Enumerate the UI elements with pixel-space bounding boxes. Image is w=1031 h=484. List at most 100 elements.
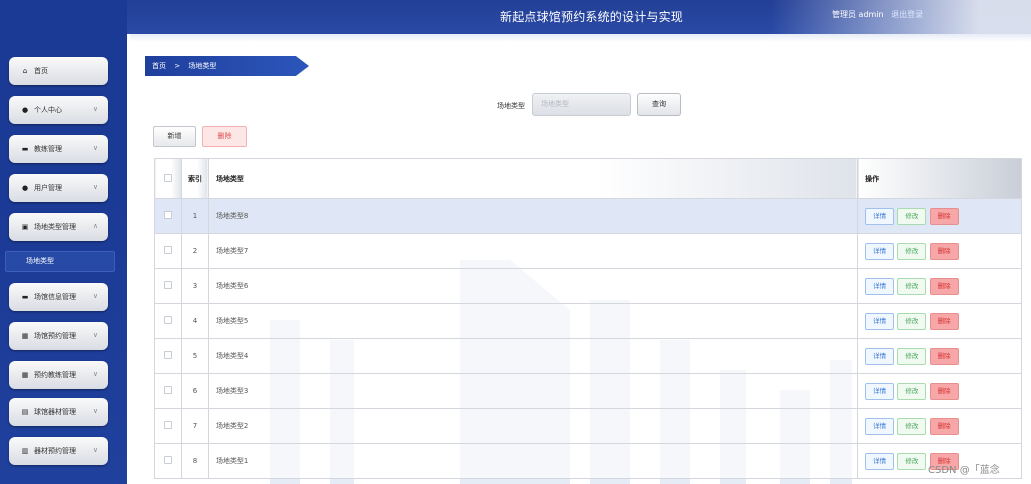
sidebar-item-label: 首页 bbox=[34, 67, 48, 75]
edit-button[interactable]: 修改 bbox=[897, 312, 927, 330]
row-checkbox-cell[interactable] bbox=[154, 338, 182, 374]
table-row[interactable]: 2 场地类型7 详情 修改 删除 bbox=[154, 233, 1022, 269]
sidebar-item-equipment-management[interactable]: ▤ 球馆器材管理 ∨ bbox=[9, 398, 108, 426]
edit-button[interactable]: 修改 bbox=[897, 382, 927, 400]
sidebar-item-venue-info-management[interactable]: ▬ 场馆信息管理 ∨ bbox=[9, 283, 108, 311]
row-checkbox[interactable] bbox=[163, 211, 172, 219]
edit-button[interactable]: 修改 bbox=[897, 242, 927, 260]
current-user-label: 管理员 admin bbox=[832, 10, 884, 19]
detail-button[interactable]: 详情 bbox=[865, 382, 895, 400]
logout-link[interactable]: 退出登录 bbox=[891, 10, 923, 19]
row-checkbox[interactable] bbox=[163, 246, 172, 254]
row-index: 6 bbox=[180, 373, 209, 409]
column-header-venue-type[interactable]: 场地类型 bbox=[207, 158, 859, 199]
table-row[interactable]: 5 场地类型4 详情 修改 删除 bbox=[154, 338, 1022, 374]
row-checkbox[interactable] bbox=[163, 456, 172, 464]
table-row[interactable]: 1 场地类型8 详情 修改 删除 bbox=[154, 198, 1022, 234]
row-venue-type: 场地类型6 bbox=[207, 268, 859, 304]
detail-button[interactable]: 详情 bbox=[865, 417, 895, 435]
sidebar-item-venue-type-management[interactable]: ▣ 场地类型管理 ∧ bbox=[9, 213, 108, 241]
sidebar-item-coach-booking-management[interactable]: ▦ 预约教练管理 ∨ bbox=[9, 361, 108, 389]
row-checkbox[interactable] bbox=[163, 316, 172, 324]
detail-button[interactable]: 详情 bbox=[865, 312, 895, 330]
grid-icon: ▦ bbox=[21, 371, 29, 379]
row-index: 4 bbox=[180, 303, 209, 339]
sidebar-item-user-management[interactable]: ● 用户管理 ∨ bbox=[9, 174, 108, 202]
row-index: 5 bbox=[180, 338, 209, 374]
delete-button[interactable]: 删除 bbox=[929, 347, 959, 365]
sidebar-item-label: 教练管理 bbox=[34, 145, 62, 153]
home-icon: ⌂ bbox=[22, 67, 28, 75]
row-checkbox-cell[interactable] bbox=[154, 303, 182, 339]
delete-button[interactable]: 删除 bbox=[929, 242, 959, 260]
row-checkbox-cell[interactable] bbox=[154, 233, 182, 269]
edit-button[interactable]: 修改 bbox=[897, 207, 927, 225]
row-venue-type: 场地类型8 bbox=[207, 198, 859, 234]
row-checkbox-cell[interactable] bbox=[154, 443, 182, 479]
grid-icon: ▦ bbox=[21, 332, 29, 340]
column-header-actions: 操作 bbox=[857, 158, 1022, 199]
search-input[interactable]: 场地类型 bbox=[532, 93, 631, 116]
row-actions: 详情 修改 删除 bbox=[857, 303, 1022, 339]
row-venue-type: 场地类型3 bbox=[207, 373, 859, 409]
delete-button[interactable]: 删除 bbox=[929, 417, 959, 435]
breadcrumb-separator: > bbox=[174, 62, 181, 70]
add-button[interactable]: 新增 bbox=[153, 126, 196, 147]
row-actions: 详情 修改 删除 bbox=[857, 233, 1022, 269]
select-all-header[interactable] bbox=[154, 158, 182, 199]
row-checkbox-cell[interactable] bbox=[154, 408, 182, 444]
row-venue-type: 场地类型1 bbox=[207, 443, 859, 479]
detail-button[interactable]: 详情 bbox=[865, 452, 895, 470]
chevron-down-icon: ∨ bbox=[92, 183, 98, 191]
delete-button[interactable]: 删除 bbox=[929, 277, 959, 295]
table-header-row: 索引 场地类型 操作 bbox=[154, 158, 1022, 199]
row-checkbox[interactable] bbox=[163, 421, 172, 429]
sidebar-item-label: 场馆预约管理 bbox=[34, 332, 76, 340]
detail-button[interactable]: 详情 bbox=[865, 277, 895, 295]
table-row[interactable]: 3 场地类型6 详情 修改 删除 bbox=[154, 268, 1022, 304]
edit-button[interactable]: 修改 bbox=[897, 277, 927, 295]
edit-button[interactable]: 修改 bbox=[897, 347, 927, 365]
edit-button[interactable]: 修改 bbox=[897, 452, 927, 470]
sidebar-item-label: 器材预约管理 bbox=[34, 447, 76, 455]
query-button[interactable]: 查询 bbox=[637, 93, 681, 116]
detail-button[interactable]: 详情 bbox=[865, 207, 895, 225]
detail-button[interactable]: 详情 bbox=[865, 347, 895, 365]
keyboard-icon: ▤ bbox=[21, 408, 29, 416]
chevron-down-icon: ∨ bbox=[92, 407, 98, 415]
sidebar-item-home[interactable]: ⌂ 首页 bbox=[9, 57, 108, 85]
delete-button[interactable]: 删除 bbox=[929, 312, 959, 330]
row-checkbox[interactable] bbox=[163, 386, 172, 394]
breadcrumb-home[interactable]: 首页 bbox=[152, 62, 166, 70]
table-row[interactable]: 8 场地类型1 详情 修改 删除 bbox=[154, 443, 1022, 479]
sidebar-item-equipment-booking-management[interactable]: ▥ 器材预约管理 ∨ bbox=[9, 437, 108, 465]
bulk-delete-button[interactable]: 删除 bbox=[202, 126, 247, 147]
table-row[interactable]: 7 场地类型2 详情 修改 删除 bbox=[154, 408, 1022, 444]
sidebar-item-label: 预约教练管理 bbox=[34, 371, 76, 379]
select-all-checkbox[interactable] bbox=[163, 173, 172, 182]
sidebar-subitem-venue-type[interactable]: 场地类型 bbox=[5, 251, 115, 272]
sidebar-item-label: 用户管理 bbox=[34, 184, 62, 192]
sidebar-item-personal-center[interactable]: ● 个人中心 ∨ bbox=[9, 96, 108, 124]
edit-button[interactable]: 修改 bbox=[897, 417, 927, 435]
row-checkbox-cell[interactable] bbox=[154, 268, 182, 304]
detail-button[interactable]: 详情 bbox=[865, 242, 895, 260]
user-icon: ● bbox=[21, 184, 29, 192]
sidebar-item-label: 场馆信息管理 bbox=[34, 293, 76, 301]
sidebar: ⌂ 首页 ● 个人中心 ∨ ▬ 教练管理 ∨ ● 用户管理 ∨ ▣ 场地类型管理… bbox=[0, 0, 127, 484]
row-checkbox-cell[interactable] bbox=[154, 198, 182, 234]
row-index: 1 bbox=[180, 198, 209, 234]
row-checkbox[interactable] bbox=[163, 351, 172, 359]
delete-button[interactable]: 删除 bbox=[929, 382, 959, 400]
row-checkbox-cell[interactable] bbox=[154, 373, 182, 409]
row-actions: 详情 修改 删除 bbox=[857, 268, 1022, 304]
row-checkbox[interactable] bbox=[163, 281, 172, 289]
row-index: 3 bbox=[180, 268, 209, 304]
table-row[interactable]: 6 场地类型3 详情 修改 删除 bbox=[154, 373, 1022, 409]
sidebar-item-coach-management[interactable]: ▬ 教练管理 ∨ bbox=[9, 135, 108, 163]
user-icon: ● bbox=[21, 106, 29, 114]
table-row[interactable]: 4 场地类型5 详情 修改 删除 bbox=[154, 303, 1022, 339]
sidebar-item-venue-booking-management[interactable]: ▦ 场馆预约管理 ∨ bbox=[9, 322, 108, 350]
delete-button[interactable]: 删除 bbox=[929, 207, 959, 225]
sidebar-item-label: 场地类型管理 bbox=[34, 223, 76, 231]
